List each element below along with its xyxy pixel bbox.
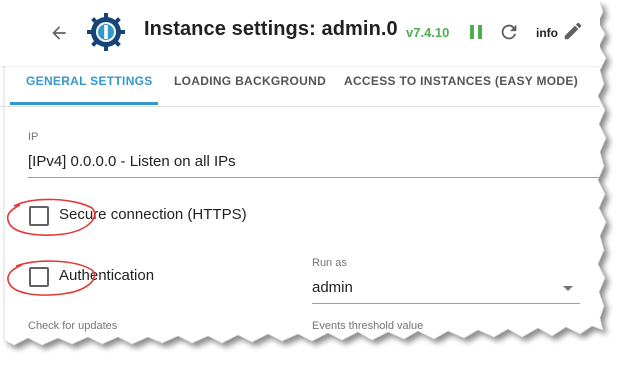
events-threshold-label: Events threshold value [312,320,424,332]
ip-select[interactable]: [IPv4] 0.0.0.0 - Listen on all IPs [28,153,236,170]
authentication-checkbox[interactable] [29,267,49,287]
arrow-left-icon [52,26,66,40]
dialog-header: Instance settings: admin.0 v7.4.10 info [0,0,600,66]
info-link[interactable]: info [536,26,558,40]
refresh-icon[interactable] [498,21,520,43]
iobroker-logo-icon [87,13,125,51]
secure-connection-label: Secure connection (HTTPS) [59,206,247,223]
run-as-select[interactable]: admin [312,279,353,296]
tab-general-settings[interactable]: GENERAL SETTINGS [26,74,153,88]
tab-bar: GENERAL SETTINGS LOADING BACKGROUND ACCE… [0,66,600,107]
instance-settings-dialog: Instance settings: admin.0 v7.4.10 info … [0,0,600,340]
ip-field-label: IP [28,131,39,143]
version-label: v7.4.10 [406,25,450,40]
run-as-label: Run as [312,257,347,269]
check-for-updates-label: Check for updates [28,320,118,332]
edit-pencil-icon[interactable] [562,20,584,42]
run-as-underline [312,303,580,304]
secure-connection-checkbox[interactable] [29,206,49,226]
pause-icon[interactable] [466,22,486,42]
authentication-label: Authentication [59,267,155,284]
active-tab-indicator [10,102,158,105]
tab-access-to-instances[interactable]: ACCESS TO INSTANCES (EASY MODE) [344,74,578,88]
dialog-title: Instance settings: admin.0 [144,18,398,40]
back-button[interactable] [44,18,74,48]
ip-field-underline [28,177,600,178]
chevron-down-icon[interactable] [563,286,573,291]
tab-loading-background[interactable]: LOADING BACKGROUND [174,74,326,88]
